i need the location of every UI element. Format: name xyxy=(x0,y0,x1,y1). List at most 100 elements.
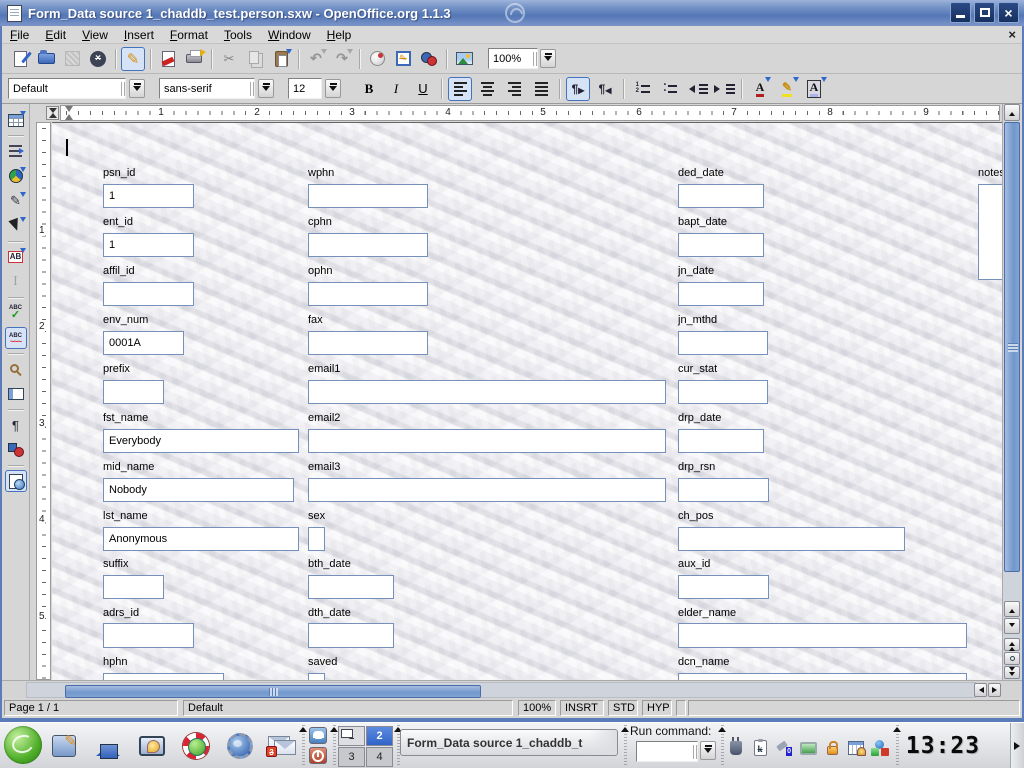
field-input-drp_date[interactable] xyxy=(678,429,764,453)
status-hyperlink-mode[interactable]: HYP xyxy=(642,700,672,716)
field-input-mid_name[interactable]: Nobody xyxy=(103,478,294,502)
run-command-input[interactable] xyxy=(636,741,698,762)
tray-power-plug-icon[interactable] xyxy=(726,738,746,758)
field-input-email1[interactable] xyxy=(308,380,666,404)
tray-network-icon[interactable] xyxy=(774,738,794,758)
edit-file-button[interactable]: ✎ xyxy=(121,47,145,71)
stylist-button[interactable]: ✎ xyxy=(391,47,415,71)
field-input-email3[interactable] xyxy=(308,478,666,502)
bold-button[interactable]: B xyxy=(357,77,381,101)
stop-loading-button[interactable]: × xyxy=(86,47,110,71)
scroll-down-button[interactable] xyxy=(1004,618,1020,634)
font-name-dropdown[interactable] xyxy=(258,79,274,98)
field-input-bapt_date[interactable] xyxy=(678,233,764,257)
bullets-button[interactable]: •• xyxy=(657,77,681,101)
field-input-affil_id[interactable] xyxy=(103,282,194,306)
field-input-ent_id[interactable]: 1 xyxy=(103,233,194,257)
data-sources-button[interactable] xyxy=(5,383,27,405)
panel-handle[interactable] xyxy=(300,725,306,767)
paragraph-style-dropdown[interactable] xyxy=(129,79,145,98)
menu-tools[interactable]: Tools xyxy=(216,28,260,42)
panel-handle[interactable] xyxy=(622,725,628,767)
panel-handle[interactable] xyxy=(719,725,725,767)
field-input-saved[interactable] xyxy=(308,673,325,680)
field-input-fax[interactable] xyxy=(308,331,428,355)
k-menu-button[interactable] xyxy=(4,726,42,764)
font-size-combo[interactable]: 12 xyxy=(288,78,322,99)
next-page-button[interactable] xyxy=(1004,666,1020,679)
document-canvas[interactable]: psn_id 1 ent_id 1 affil_id env_num 0001A… xyxy=(52,122,1002,680)
menu-view[interactable]: View xyxy=(74,28,116,42)
decrease-indent-button[interactable] xyxy=(684,77,708,101)
autotext-button[interactable]: AB xyxy=(5,246,27,268)
launcher-konsole-button[interactable] xyxy=(134,728,170,764)
field-input-wphn[interactable] xyxy=(308,184,428,208)
italic-button[interactable]: I xyxy=(384,77,408,101)
field-input-cphn[interactable] xyxy=(308,233,428,257)
run-command-dropdown[interactable] xyxy=(700,741,716,760)
field-input-psn_id[interactable]: 1 xyxy=(103,184,194,208)
menu-file[interactable]: File xyxy=(2,28,37,42)
tray-display-icon[interactable] xyxy=(798,738,818,758)
tray-klipper-icon[interactable]: k xyxy=(750,738,770,758)
field-input-bth_date[interactable] xyxy=(308,575,394,599)
tray-organizer-alarm-icon[interactable] xyxy=(846,738,866,758)
status-style[interactable]: Default xyxy=(183,700,513,716)
document-close-button[interactable]: × xyxy=(1008,27,1016,42)
launcher-notes-button[interactable] xyxy=(46,728,82,764)
paste-button[interactable] xyxy=(269,47,293,71)
font-size-dropdown[interactable] xyxy=(325,79,341,98)
form-functions-button[interactable] xyxy=(5,215,27,237)
align-center-button[interactable] xyxy=(475,77,499,101)
pager-desktop-2[interactable]: 2 xyxy=(366,726,393,746)
logout-button[interactable] xyxy=(309,747,327,764)
font-color-button[interactable]: A xyxy=(748,77,772,101)
field-input-dcn_name[interactable] xyxy=(678,673,967,680)
zoom-dropdown-button[interactable] xyxy=(540,49,556,68)
new-document-button[interactable] xyxy=(8,47,32,71)
launcher-konqueror-button[interactable] xyxy=(222,728,258,764)
status-zoom[interactable]: 100% xyxy=(518,700,556,716)
field-input-ded_date[interactable] xyxy=(678,184,764,208)
field-input-adrs_id[interactable] xyxy=(103,623,194,648)
highlighting-button[interactable]: ✎ xyxy=(775,77,799,101)
gallery-button[interactable] xyxy=(417,47,441,71)
status-selection-mode[interactable]: STD xyxy=(608,700,638,716)
menu-format[interactable]: Format xyxy=(162,28,216,42)
menu-window[interactable]: Window xyxy=(260,28,319,42)
field-input-lst_name[interactable]: Anonymous xyxy=(103,527,299,551)
insert-table-button[interactable] xyxy=(5,109,27,131)
menu-insert[interactable]: Insert xyxy=(116,28,162,42)
field-input-env_num[interactable]: 0001A xyxy=(103,331,184,355)
font-name-combo[interactable]: sans-serif xyxy=(159,78,255,99)
pager-desktop-1[interactable]: 1 xyxy=(338,726,365,746)
launcher-help-button[interactable] xyxy=(178,728,214,764)
status-insert-mode[interactable]: INSRT xyxy=(560,700,604,716)
close-button[interactable]: × xyxy=(998,2,1019,23)
field-input-drp_rsn[interactable] xyxy=(678,478,769,502)
field-input-prefix[interactable] xyxy=(103,380,164,404)
print-button[interactable] xyxy=(182,47,206,71)
scroll-up-button[interactable] xyxy=(1004,104,1020,121)
export-pdf-button[interactable] xyxy=(156,47,180,71)
draw-functions-button[interactable]: ✎ xyxy=(5,190,27,212)
vertical-scrollbar[interactable] xyxy=(1002,104,1020,680)
redo-button[interactable]: ↷ xyxy=(330,47,354,71)
panel-handle[interactable] xyxy=(894,725,900,767)
navigator-button[interactable] xyxy=(365,47,389,71)
minimize-button[interactable] xyxy=(950,2,971,23)
align-justify-button[interactable] xyxy=(529,77,553,101)
window-titlebar[interactable]: Form_Data source 1_chaddb_test.person.sx… xyxy=(0,0,1024,26)
online-layout-button[interactable] xyxy=(5,470,27,492)
field-input-jn_date[interactable] xyxy=(678,282,764,306)
underline-button[interactable]: U xyxy=(411,77,435,101)
menu-edit[interactable]: Edit xyxy=(37,28,74,42)
align-left-button[interactable] xyxy=(448,77,472,101)
spellcheck-button[interactable]: ABC✓ xyxy=(5,302,27,324)
field-input-hphn[interactable] xyxy=(103,673,224,680)
find-replace-button[interactable] xyxy=(5,358,27,380)
menu-help[interactable]: Help xyxy=(319,28,360,42)
field-input-elder_name[interactable] xyxy=(678,623,967,648)
graphics-on-off-button[interactable] xyxy=(5,439,27,461)
increase-indent-button[interactable] xyxy=(711,77,735,101)
